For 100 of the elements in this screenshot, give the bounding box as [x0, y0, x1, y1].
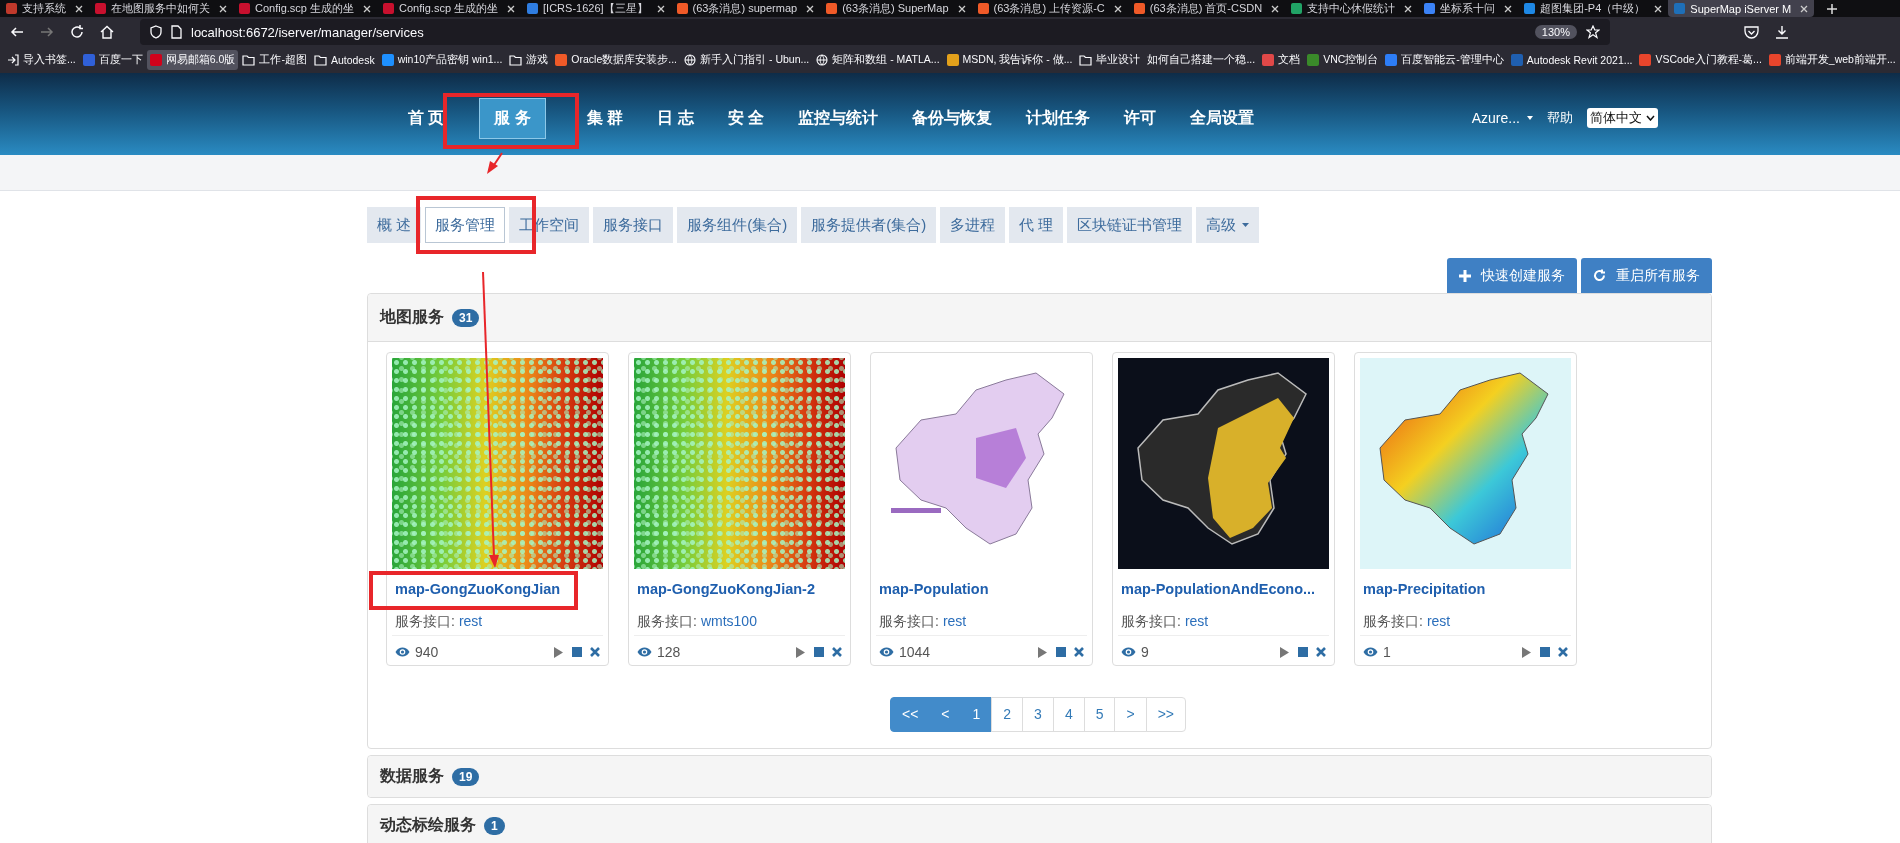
nav-item[interactable]: 全局设置 — [1175, 97, 1270, 139]
play-icon[interactable] — [1522, 646, 1531, 658]
page-link[interactable]: > — [1114, 697, 1147, 732]
close-icon[interactable] — [1504, 4, 1513, 13]
play-icon[interactable] — [554, 646, 563, 658]
download-icon[interactable] — [1775, 25, 1789, 39]
page-link[interactable]: 2 — [991, 697, 1024, 732]
browser-tab[interactable]: (63条消息) SuperMap — [820, 0, 972, 17]
tab[interactable]: 服务组件(集合) — [677, 207, 798, 243]
bookmark[interactable]: VNC控制台 — [1304, 50, 1382, 70]
interface-link[interactable]: rest — [458, 611, 483, 631]
browser-tab[interactable]: (63条消息) supermap — [670, 0, 821, 17]
page-link[interactable]: 5 — [1083, 697, 1116, 732]
bookmark[interactable]: 文档 — [1259, 50, 1304, 70]
service-name-link[interactable]: map-Population — [879, 579, 1084, 599]
close-icon[interactable] — [1654, 4, 1663, 13]
interface-link[interactable]: wmts100 — [700, 611, 757, 631]
service-name-link[interactable]: map-Precipitation — [1363, 579, 1568, 599]
bookmark[interactable]: 毕业设计 — [1076, 50, 1144, 70]
bookmark[interactable]: Autodesk Revit 2021... — [1507, 51, 1636, 69]
browser-tab[interactable]: 坐标系十问 — [1418, 0, 1519, 17]
play-icon[interactable] — [1038, 646, 1047, 658]
tab[interactable]: 服务接口 — [593, 207, 674, 243]
restart-button[interactable]: 重启所有服务 — [1581, 258, 1712, 293]
close-icon[interactable] — [1113, 4, 1122, 13]
bookmark[interactable]: 游戏 — [506, 50, 552, 70]
service-name-link[interactable]: map-GongZuoKongJian-2 — [637, 579, 842, 599]
tab[interactable]: 代 理 — [1009, 207, 1064, 243]
user-menu[interactable]: Azure... — [1471, 110, 1533, 126]
nav-item[interactable]: 集 群 — [571, 97, 639, 139]
bookmark[interactable]: 网易邮箱6.0版 — [146, 50, 239, 70]
tab[interactable]: 概 述 — [367, 207, 422, 243]
plus-icon[interactable] — [1826, 2, 1839, 15]
back-arrow-icon[interactable] — [10, 25, 24, 39]
close-icon[interactable] — [957, 4, 966, 13]
tab[interactable]: 服务管理 — [425, 207, 506, 243]
close-icon[interactable] — [1800, 4, 1809, 13]
interface-link[interactable]: rest — [1184, 611, 1209, 631]
interface-link[interactable]: rest — [942, 611, 967, 631]
tab[interactable]: 高级 — [1196, 207, 1260, 243]
service-name-link[interactable]: map-GongZuoKongJian — [395, 579, 600, 599]
delete-icon[interactable] — [1316, 647, 1326, 657]
bookmark[interactable]: VSCode入门教程-葛... — [1636, 50, 1765, 70]
play-icon[interactable] — [796, 646, 805, 658]
bookmark[interactable]: 工作-超图 — [239, 50, 310, 70]
page-link[interactable]: < — [929, 697, 962, 732]
reload-icon[interactable] — [70, 25, 84, 39]
tab[interactable]: 区块链证书管理 — [1067, 207, 1193, 243]
interface-link[interactable]: rest — [1426, 611, 1451, 631]
nav-item[interactable]: 许可 — [1109, 97, 1172, 139]
nav-item[interactable]: 监控与统计 — [783, 97, 894, 139]
browser-tab[interactable]: Config.scp 生成的坐 — [377, 0, 522, 17]
bookmark[interactable]: 如何自己搭建一个稳... — [1144, 50, 1259, 70]
address-bar[interactable]: localhost:6672/iserver/manager/services 130% — [140, 19, 1610, 45]
browser-tab[interactable]: (63条消息) 上传资源-C — [971, 0, 1128, 17]
browser-tab[interactable]: SuperMap iServer M — [1668, 0, 1815, 17]
star-icon[interactable] — [1586, 25, 1600, 39]
close-icon[interactable] — [656, 4, 665, 13]
delete-icon[interactable] — [590, 647, 600, 657]
close-icon[interactable] — [806, 4, 815, 13]
bookmark[interactable]: 矩阵和数组 - MATLA... — [813, 50, 943, 70]
close-icon[interactable] — [363, 4, 372, 13]
forward-arrow-icon[interactable] — [40, 25, 54, 39]
close-icon[interactable] — [75, 4, 83, 13]
page-link[interactable]: 1 — [960, 697, 993, 732]
bookmark[interactable]: MSDN, 我告诉你 - 做... — [943, 50, 1076, 70]
close-icon[interactable] — [1404, 4, 1413, 13]
browser-tab[interactable]: 在地图服务中如何关 — [89, 0, 233, 17]
browser-tab[interactable]: 超图集团-P4（中级） — [1518, 0, 1669, 17]
bookmark[interactable]: 导入书签... — [4, 50, 79, 70]
service-name-link[interactable]: map-PopulationAndEcono... — [1121, 579, 1326, 599]
bookmark[interactable]: 前端开发_web前端开... — [1765, 50, 1899, 70]
panel-header[interactable]: 数据服务 19 — [368, 756, 1711, 797]
tab[interactable]: 服务提供者(集合) — [801, 207, 937, 243]
bookmark[interactable]: win10产品密钥 win1... — [378, 50, 506, 70]
panel-header[interactable]: 动态标绘服务 1 — [368, 805, 1711, 843]
bookmark[interactable]: Oracle数据库安装步... — [552, 50, 681, 70]
home-icon[interactable] — [100, 25, 114, 39]
browser-tab[interactable]: (63条消息) 首页-CSDN — [1127, 0, 1286, 17]
close-icon[interactable] — [1271, 4, 1280, 13]
language-select[interactable]: 简体中文 — [1587, 108, 1658, 128]
nav-item[interactable]: 首 页 — [393, 97, 460, 139]
nav-item[interactable]: 计划任务 — [1011, 97, 1106, 139]
close-icon[interactable] — [507, 4, 516, 13]
page-link[interactable]: >> — [1145, 697, 1187, 732]
nav-item[interactable]: 日 志 — [642, 97, 709, 139]
tab[interactable]: 多进程 — [940, 207, 1006, 243]
browser-tab[interactable]: [ICRS-1626]【三星】 — [521, 0, 671, 17]
bookmark[interactable]: Autodesk — [310, 51, 378, 69]
bookmark[interactable]: 百度智能云-管理中心 — [1382, 50, 1507, 70]
browser-tab[interactable]: 支持系统 — [0, 0, 89, 17]
create-service-button[interactable]: 快速创建服务 — [1447, 258, 1577, 293]
bookmark[interactable]: 新手入门指引 - Ubun... — [681, 50, 813, 70]
nav-item[interactable]: 安 全 — [712, 97, 780, 139]
pocket-icon[interactable] — [1744, 25, 1759, 39]
browser-tab[interactable]: Config.scp 生成的坐 — [233, 0, 378, 17]
help-link[interactable]: 帮助 — [1547, 109, 1573, 127]
page-link[interactable]: << — [889, 697, 931, 732]
page-link[interactable]: 4 — [1052, 697, 1085, 732]
bookmark[interactable]: 百度一下 — [79, 50, 146, 70]
